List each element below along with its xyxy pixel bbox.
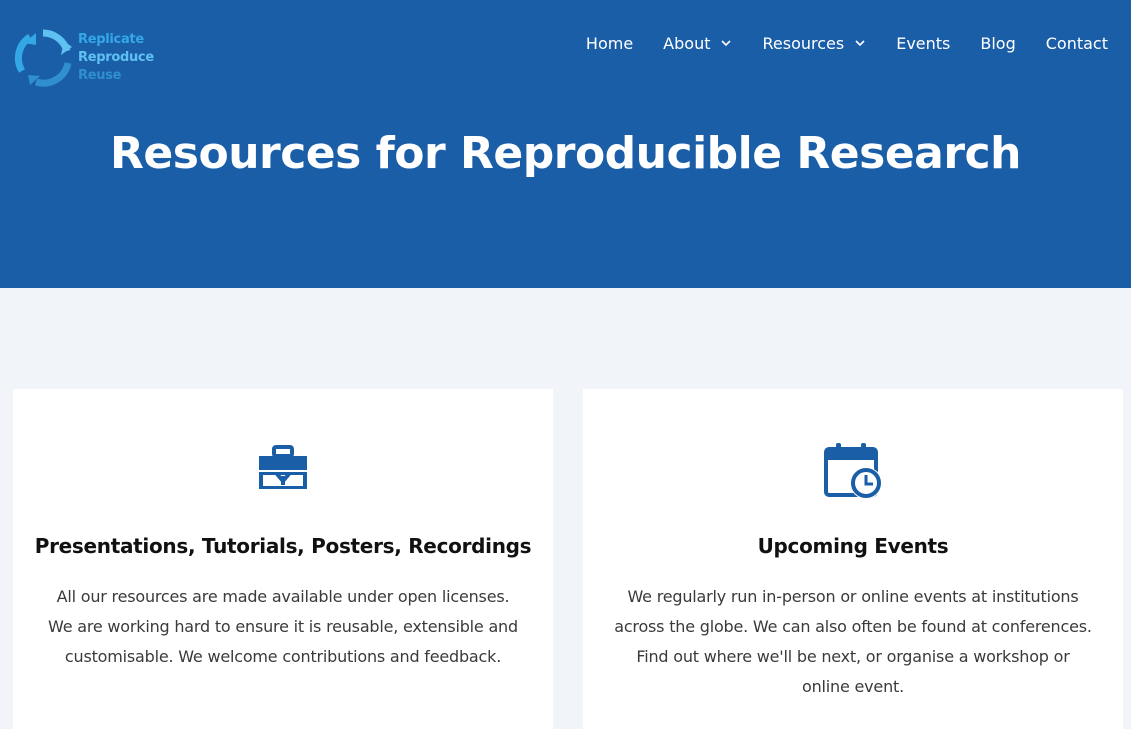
chevron-down-icon[interactable] <box>854 37 866 49</box>
nav-item-resources[interactable]: Resources <box>762 34 866 53</box>
site-logo[interactable]: Replicate Reproduce Reuse <box>14 28 164 88</box>
nav-item-label: Events <box>896 33 951 53</box>
logo-line-1: Replicate <box>78 32 144 47</box>
chevron-down-icon[interactable] <box>720 37 732 49</box>
card-title: Presentations, Tutorials, Posters, Recor… <box>34 534 532 558</box>
calendar-clock-icon <box>824 443 882 499</box>
nav-item-contact[interactable]: Contact <box>1046 34 1108 53</box>
card-description: All our resources are made available und… <box>48 587 518 666</box>
logo-line-2: Reproduce <box>78 50 154 65</box>
nav-item-label: About <box>663 33 711 53</box>
card-title: Upcoming Events <box>757 534 949 558</box>
events-card: Upcoming Events We regularly run in-pers… <box>583 389 1123 729</box>
recycle-arrows-icon <box>14 29 72 87</box>
nav-item-label: Home <box>585 33 634 53</box>
nav-item-home[interactable]: Home <box>586 34 633 53</box>
hero-banner: Replicate Reproduce Reuse Home About Res… <box>0 0 1131 288</box>
resources-card: Presentations, Tutorials, Posters, Recor… <box>13 389 553 729</box>
main-navigation: Home About Resources Events Blog Contact <box>556 30 1108 56</box>
toolbox-icon <box>259 445 307 489</box>
nav-item-blog[interactable]: Blog <box>980 34 1015 53</box>
nav-item-events[interactable]: Events <box>896 34 950 53</box>
logo-line-3: Reuse <box>78 68 122 83</box>
nav-item-label: Resources <box>762 33 845 53</box>
card-description: We regularly run in-person or online eve… <box>614 587 1092 696</box>
page-title: Resources for Reproducible Research <box>110 128 1021 179</box>
nav-item-about[interactable]: About <box>663 34 732 53</box>
nav-item-label: Contact <box>1045 33 1108 53</box>
nav-item-label: Blog <box>980 33 1016 53</box>
